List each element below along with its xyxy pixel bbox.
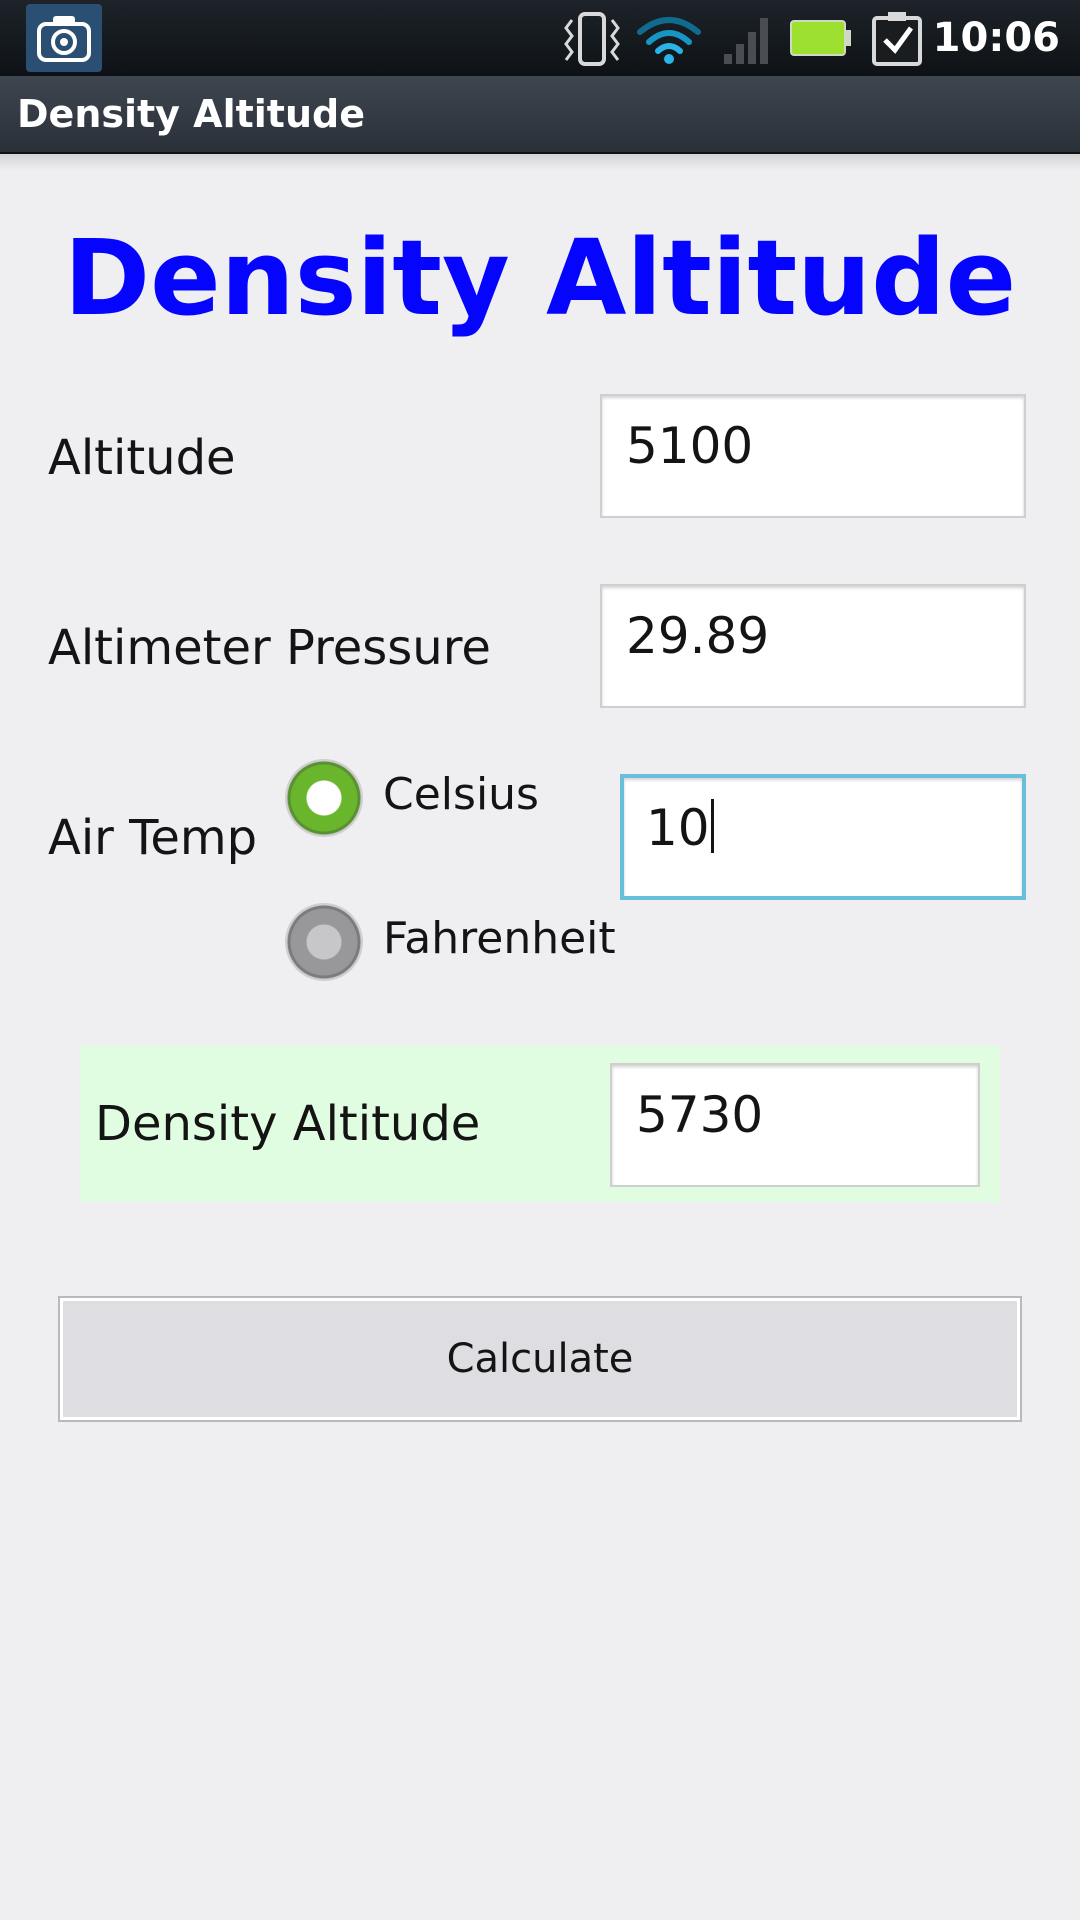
task-check-icon: [872, 12, 924, 70]
app-title-bar: Density Altitude: [0, 76, 1080, 154]
altimeter-pressure-input[interactable]: 29.89: [600, 584, 1026, 708]
radio-celsius-selected-icon[interactable]: [285, 759, 363, 837]
title-bar-shadow: [0, 154, 1080, 170]
text-cursor: [710, 799, 714, 853]
app-title: Density Altitude: [17, 92, 365, 136]
air-temp-label: Air Temp: [48, 810, 258, 866]
density-altitude-output[interactable]: 5730: [610, 1063, 980, 1187]
battery-icon: [790, 20, 852, 60]
radio-celsius-label: Celsius: [383, 769, 539, 820]
air-temp-input[interactable]: 10: [620, 774, 1026, 900]
camera-icon: [26, 4, 102, 72]
status-bar: 10:06: [0, 0, 1080, 76]
air-temp-value: 10: [646, 799, 710, 857]
vibrate-icon: [560, 12, 624, 70]
altimeter-pressure-label: Altimeter Pressure: [48, 620, 491, 676]
wifi-icon: [636, 14, 702, 68]
altitude-input[interactable]: 5100: [600, 394, 1026, 518]
status-clock: 10:06: [932, 15, 1060, 61]
radio-fahrenheit-label: Fahrenheit: [383, 913, 616, 964]
radio-fahrenheit-unselected-icon[interactable]: [285, 903, 363, 981]
altimeter-pressure-value: 29.89: [626, 607, 770, 665]
density-altitude-value: 5730: [636, 1086, 764, 1144]
altitude-label: Altitude: [48, 430, 236, 486]
calculate-button[interactable]: Calculate: [58, 1296, 1022, 1422]
page-heading: Density Altitude: [63, 217, 1017, 339]
altitude-value: 5100: [626, 417, 754, 475]
density-altitude-label: Density Altitude: [95, 1096, 481, 1152]
signal-icon: [722, 14, 772, 68]
